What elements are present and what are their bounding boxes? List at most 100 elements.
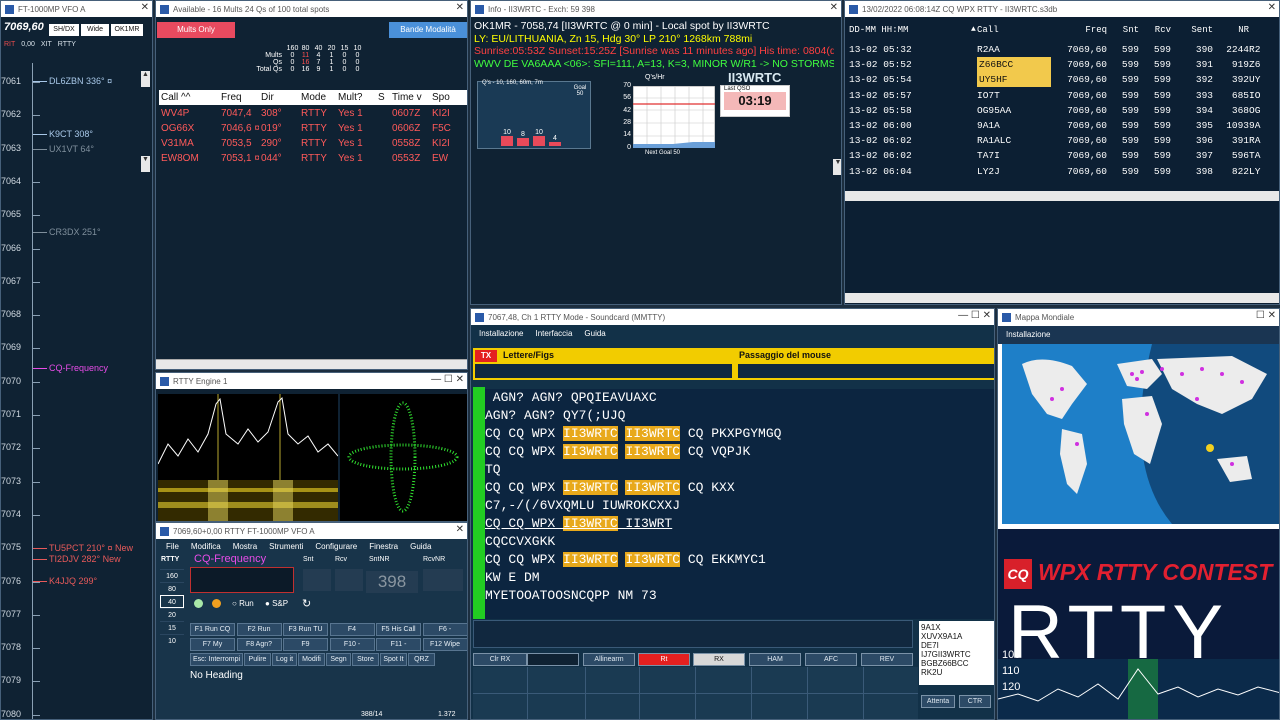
column-header[interactable]: Spo <box>430 90 467 105</box>
callsign-input[interactable] <box>190 567 294 593</box>
bandmap-spot[interactable]: K4JJQ 299° <box>49 576 97 586</box>
info-titlebar[interactable]: Info - II3WRTC - Exch: 59 398 ✕ <box>471 1 841 17</box>
rtty-button-blank[interactable] <box>527 653 579 666</box>
log-column-header[interactable]: Snt <box>1107 25 1139 35</box>
callsign-highlight[interactable]: II3WRTC <box>563 444 618 459</box>
close-icon[interactable]: ✕ <box>1268 2 1276 13</box>
run-radio[interactable]: ○ Run <box>232 599 254 608</box>
action-key[interactable]: Pulire <box>244 653 271 666</box>
log-row[interactable]: 13-02 05:54 UY5HF 7069,60 599 599 392 392 UY <box>849 72 1269 88</box>
action-key[interactable]: Esc: Interrompi <box>190 653 243 666</box>
wide-button[interactable]: Wide <box>81 24 109 36</box>
callsign-highlight[interactable]: II3WRTC <box>563 426 618 441</box>
action-key[interactable]: Modifi <box>298 653 325 666</box>
world-map[interactable] <box>1002 344 1280 524</box>
log-h-scrollbar[interactable] <box>845 191 1279 201</box>
mouse-over-field[interactable] <box>738 364 994 378</box>
receive-text[interactable]: AGN? AGN? QPQIEAVUAXC AGN? AGN? QY7(;UJQ C… <box>485 389 994 619</box>
callstack-item[interactable]: DE7I <box>921 641 993 650</box>
window-controls-icon[interactable]: — ☐ ✕ <box>958 310 991 321</box>
log-row[interactable]: 13-02 06:00 9A1A 7069,60 599 599 395 1093 9A <box>849 118 1269 133</box>
log-h-scrollbar-2[interactable] <box>845 293 1279 303</box>
bandmap-titlebar[interactable]: FT-1000MP VFO A ✕ <box>1 1 152 17</box>
log-row[interactable]: 13-02 05:52 Z66BCC 7069,60 599 599 391 919 Z6 <box>849 57 1269 73</box>
mults-only-button[interactable]: Mults Only <box>157 22 235 38</box>
rtty-menu-item[interactable]: Installazione <box>479 329 523 338</box>
rtty-button[interactable]: AFC <box>805 653 857 666</box>
log-titlebar[interactable]: 13/02/2022 06:08:14Z CQ WPX RTTY - II3WR… <box>845 1 1279 17</box>
entry-menu-item[interactable]: Strumenti <box>269 542 303 551</box>
function-key[interactable]: F3 Run TU <box>283 623 328 636</box>
function-key[interactable]: F11 - <box>376 638 421 651</box>
column-header[interactable]: Time v <box>390 90 430 105</box>
horizontal-scrollbar[interactable] <box>156 359 467 369</box>
log-column-header[interactable]: Call <box>977 25 1051 35</box>
bandmap-spot[interactable]: CR3DX 251° <box>49 227 101 237</box>
rtty-button[interactable]: Clr RX <box>473 653 527 666</box>
callsign-highlight[interactable]: II3WRTC <box>625 480 681 495</box>
waterfall-display[interactable] <box>158 480 338 521</box>
rcvnr-input[interactable] <box>423 569 463 591</box>
callstack-item[interactable]: RK2U <box>921 668 993 677</box>
log-column-header[interactable]: DD-MM HH:MM <box>849 25 965 35</box>
entry-menu-item[interactable]: Modifica <box>191 542 221 551</box>
bandmap-spot[interactable]: TI2DJV 282° New <box>49 554 121 564</box>
bandmap-spot[interactable]: K9CT 308° <box>49 129 93 139</box>
function-key[interactable]: F2 Run <box>236 623 282 636</box>
function-key[interactable]: F4 <box>329 623 375 636</box>
spectrum-display[interactable] <box>158 394 338 480</box>
scroll-up-icon[interactable]: ▲ <box>141 71 150 87</box>
band-button[interactable]: 160 <box>160 569 184 582</box>
spot-row[interactable]: WV4P 7047,4 308° RTTY Yes 1 0607Z KI2I <box>159 106 467 121</box>
log-column-header[interactable]: Rcv <box>1139 25 1171 35</box>
function-key[interactable]: F8 Agn? <box>236 638 282 651</box>
close-icon[interactable]: ✕ <box>456 2 464 13</box>
rtty-menu-item[interactable]: Guida <box>584 329 605 338</box>
log-column-header[interactable]: Sent <box>1171 25 1213 35</box>
bandmap-scale[interactable]: 7061 7062 7063 7064 7065 7066 7067 7068 7069 7070… <box>1 63 146 719</box>
callsign-stack[interactable]: 9A1X XUVX9A1A DE7I IJ7GII3WRTC BGBZ66BCC RK2U <box>919 621 994 685</box>
window-controls-icon[interactable]: — ☐ ✕ <box>431 374 464 385</box>
column-header[interactable]: Mult? <box>336 90 376 105</box>
engine-titlebar[interactable]: RTTY Engine 1 — ☐ ✕ <box>156 373 467 389</box>
callsign-button[interactable]: OK1MR <box>111 24 143 36</box>
close-icon[interactable]: ✕ <box>141 2 149 13</box>
callsign-highlight[interactable]: II3WRTC <box>625 444 681 459</box>
entry-menu-item[interactable]: File <box>166 542 179 551</box>
column-header[interactable]: Freq <box>219 90 259 105</box>
function-key[interactable]: F1 Run CQ <box>190 623 235 636</box>
callsign-highlight[interactable]: II3WRTC <box>625 552 681 567</box>
callsign-highlight[interactable]: II3WRTC <box>625 426 681 441</box>
entry-menu-item[interactable]: Guida <box>410 542 431 551</box>
scroll-down-icon[interactable]: ▼ <box>141 156 150 172</box>
spot-row[interactable]: OG66X 7046,6 ¤ 019° RTTY Yes 1 0606Z F5C <box>159 121 467 136</box>
rtty-button[interactable]: Allinearm <box>583 653 635 666</box>
map-titlebar[interactable]: Mappa Mondiale ☐ ✕ <box>998 309 1279 325</box>
bandmap-spot[interactable]: TU5PCT 210° ¤ New <box>49 543 133 553</box>
scroll-down-icon[interactable]: ▼ <box>833 159 841 175</box>
bandmap-spot[interactable]: UX1VT 64° <box>49 144 94 154</box>
callstack-item[interactable]: XUVX9A1A <box>921 632 993 641</box>
rtty-button[interactable]: HAM <box>749 653 801 666</box>
exchange-input[interactable] <box>303 569 331 591</box>
entry-menu-item[interactable]: Finestra <box>369 542 398 551</box>
available-titlebar[interactable]: Available - 16 Mults 24 Qs of 100 total … <box>156 1 467 17</box>
column-header[interactable]: S <box>376 90 390 105</box>
map-menu-installazione[interactable]: Installazione <box>1006 330 1050 339</box>
callsign-highlight[interactable]: II3WRTC <box>563 552 618 567</box>
lettere-field[interactable] <box>475 364 732 378</box>
bandmap-spot[interactable]: CQ-Frequency <box>49 363 108 373</box>
ctr-button[interactable]: CTR <box>959 695 991 708</box>
action-key[interactable]: Spot It <box>380 653 407 666</box>
refresh-icon[interactable]: ↻ <box>302 597 311 610</box>
spot-row[interactable]: V31MA 7053,5 290° RTTY Yes 1 0558Z KI2I <box>159 136 467 151</box>
band-button[interactable]: 15 <box>160 621 184 634</box>
function-key[interactable]: F7 My <box>190 638 235 651</box>
rtty-button[interactable]: REV <box>861 653 913 666</box>
bands-modes-button[interactable]: Bande Modalità <box>389 22 467 38</box>
rtty-titlebar[interactable]: 7067,48, Ch 1 RTTY Mode - Soundcard (MMT… <box>471 309 994 325</box>
callstack-item[interactable]: BGBZ66BCC <box>921 659 993 668</box>
function-key[interactable]: F5 His Call <box>376 623 421 636</box>
callsign-highlight[interactable]: II3WRTC <box>563 480 618 495</box>
function-key[interactable]: F9 <box>283 638 328 651</box>
